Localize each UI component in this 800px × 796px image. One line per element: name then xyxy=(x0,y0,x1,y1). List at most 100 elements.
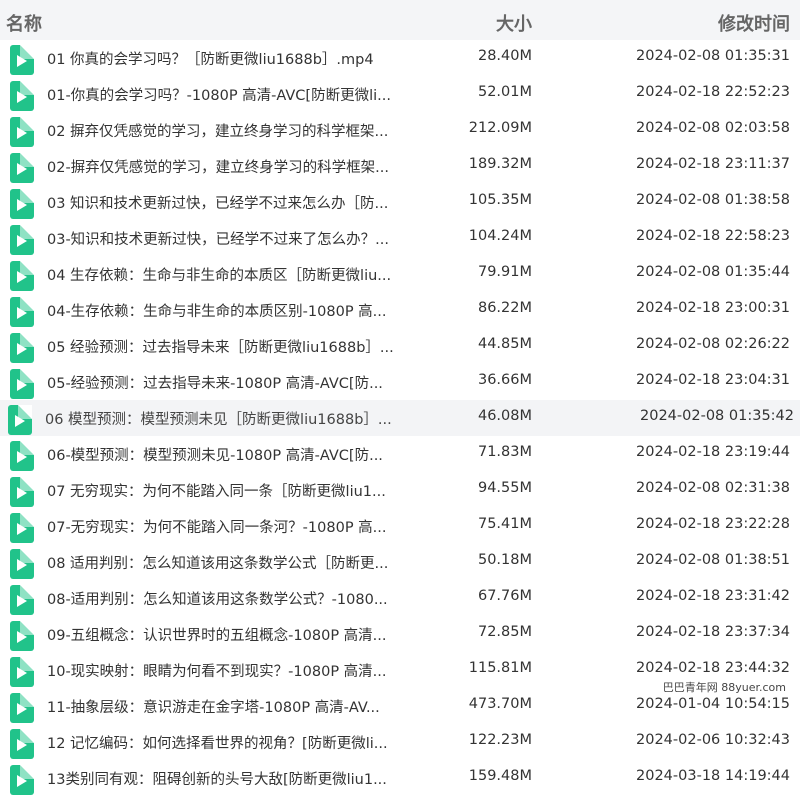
file-name: 08-适用判别：怎么知道该用这条数学公式？-1080... xyxy=(47,592,388,608)
file-size: 189.32M xyxy=(468,156,532,172)
file-name: 06-模型预测：模型预测未见-1080P 高清-AVC[防... xyxy=(47,448,383,464)
file-modified-date: 2024-02-08 01:35:44 xyxy=(636,264,790,280)
file-modified-date: 2024-02-18 23:04:31 xyxy=(636,372,790,388)
file-name: 06 模型预测：模型预测未见［防断更微liu1688b］... xyxy=(45,412,392,428)
file-name: 04-生存依赖：生命与非生命的本质区别-1080P 高... xyxy=(47,304,387,320)
file-row[interactable]: 07-无穷现实：为何不能踏入同一条河？-1080P 高... 75.41M 2024… xyxy=(0,508,800,544)
file-size: 44.85M xyxy=(477,336,532,352)
video-file-icon xyxy=(10,81,34,111)
video-file-icon xyxy=(10,729,34,759)
file-name: 09-五组概念：认识世界时的五组概念-1080P 高清... xyxy=(47,628,387,644)
file-size: 28.40M xyxy=(477,48,532,64)
file-row[interactable]: 08-适用判别：怎么知道该用这条数学公式？-1080... 67.76M 2024-… xyxy=(0,580,800,616)
file-name: 03-知识和技术更新过快，已经学不过来了怎么办？... xyxy=(47,232,390,248)
modified-column-header[interactable]: 修改时间 xyxy=(718,10,790,36)
file-size: 46.08M xyxy=(477,408,532,424)
file-modified-date: 2024-01-04 10:54:15 xyxy=(636,696,790,712)
name-column-header[interactable]: 名称 xyxy=(6,10,42,36)
file-row[interactable]: 02-摒弃仅凭感觉的学习，建立终身学习的科学框架... 189.32M 2024-0… xyxy=(0,148,800,184)
file-name: 03 知识和技术更新过快，已经学不过来怎么办［防... xyxy=(47,196,389,212)
video-file-icon xyxy=(10,153,34,183)
file-size: 50.18M xyxy=(477,552,532,568)
video-file-icon xyxy=(10,225,34,255)
file-modified-date: 2024-02-18 23:37:34 xyxy=(636,624,790,640)
file-row[interactable]: 02 摒弃仅凭感觉的学习，建立终身学习的科学框架... 212.09M 2024-0… xyxy=(0,112,800,148)
file-modified-date: 2024-02-18 23:44:32 xyxy=(636,660,790,676)
file-modified-date: 2024-02-08 01:35:42 xyxy=(640,408,794,424)
file-size: 94.55M xyxy=(477,480,532,496)
file-name: 01-你真的会学习吗？-1080P 高清-AVC[防断更微li... xyxy=(47,88,391,104)
file-name: 07-无穷现实：为何不能踏入同一条河？-1080P 高... xyxy=(47,520,387,536)
file-row[interactable]: 05 经验预测：过去指导未来［防断更微liu1688b］... 44.85M 202… xyxy=(0,328,800,364)
watermark: 巴巴青年网 88yuer.com xyxy=(660,679,788,695)
video-file-icon xyxy=(10,261,34,291)
video-file-icon xyxy=(10,765,34,795)
video-file-icon xyxy=(10,621,34,651)
file-row[interactable]: 01 你真的会学习吗？［防断更微liu1688b］.mp4 28.40M 2024-… xyxy=(0,40,800,76)
file-row[interactable]: 06-模型预测：模型预测未见-1080P 高清-AVC[防... 71.83M 20… xyxy=(0,436,800,472)
file-modified-date: 2024-02-08 01:38:51 xyxy=(636,552,790,568)
video-file-icon xyxy=(10,477,34,507)
column-header: 名称 大小 修改时间 xyxy=(0,0,800,40)
file-size: 75.41M xyxy=(477,516,532,532)
file-row[interactable]: 03-知识和技术更新过快，已经学不过来了怎么办？... 104.24M 2024-0… xyxy=(0,220,800,256)
file-size: 52.01M xyxy=(477,84,532,100)
file-row[interactable]: 09-五组概念：认识世界时的五组概念-1080P 高清... 72.85M 2024… xyxy=(0,616,800,652)
file-size: 473.70M xyxy=(468,696,532,712)
file-name: 02 摒弃仅凭感觉的学习，建立终身学习的科学框架... xyxy=(47,124,389,140)
file-modified-date: 2024-02-06 10:32:43 xyxy=(636,732,790,748)
video-file-icon xyxy=(10,297,34,327)
file-size: 159.48M xyxy=(468,768,532,784)
video-file-icon xyxy=(10,549,34,579)
file-size: 67.76M xyxy=(477,588,532,604)
file-modified-date: 2024-02-18 23:31:42 xyxy=(636,588,790,604)
video-file-icon xyxy=(10,441,34,471)
file-row[interactable]: 13类别同有观：阻碍创新的头号大敌[防断更微liu1... 159.48M 2024… xyxy=(0,760,800,796)
file-row[interactable]: 08 适用判别：怎么知道该用这条数学公式［防断更... 50.18M 2024-02… xyxy=(0,544,800,580)
file-name: 05 经验预测：过去指导未来［防断更微liu1688b］... xyxy=(47,340,394,356)
file-modified-date: 2024-02-18 23:22:28 xyxy=(636,516,790,532)
file-name: 01 你真的会学习吗？［防断更微liu1688b］.mp4 xyxy=(47,52,374,68)
file-modified-date: 2024-02-08 02:26:22 xyxy=(636,336,790,352)
file-name: 05-经验预测：过去指导未来-1080P 高清-AVC[防... xyxy=(47,376,383,392)
file-name: 07 无穷现实：为何不能踏入同一条［防断更微liu1... xyxy=(47,484,386,500)
file-row[interactable]: 04-生存依赖：生命与非生命的本质区别-1080P 高... 86.22M 2024… xyxy=(0,292,800,328)
file-row[interactable]: 06 模型预测：模型预测未见［防断更微liu1688b］... 46.08M 202… xyxy=(0,400,800,436)
video-file-icon xyxy=(10,45,34,75)
video-file-icon xyxy=(10,369,34,399)
video-file-icon xyxy=(10,189,34,219)
file-row[interactable]: 12 记忆编码：如何选择看世界的视角？[防断更微li... 122.23M 2024… xyxy=(0,724,800,760)
video-file-icon xyxy=(10,657,34,687)
file-modified-date: 2024-02-18 23:19:44 xyxy=(636,444,790,460)
file-size: 71.83M xyxy=(477,444,532,460)
size-column-header[interactable]: 大小 xyxy=(496,10,532,36)
file-name: 08 适用判别：怎么知道该用这条数学公式［防断更... xyxy=(47,556,389,572)
file-modified-date: 2024-02-08 02:31:38 xyxy=(636,480,790,496)
file-name: 02-摒弃仅凭感觉的学习，建立终身学习的科学框架... xyxy=(47,160,390,176)
file-modified-date: 2024-02-18 22:52:23 xyxy=(636,84,790,100)
file-row[interactable]: 07 无穷现实：为何不能踏入同一条［防断更微liu1... 94.55M 2024-… xyxy=(0,472,800,508)
file-size: 105.35M xyxy=(468,192,532,208)
file-size: 79.91M xyxy=(477,264,532,280)
file-modified-date: 2024-02-08 02:03:58 xyxy=(636,120,790,136)
file-row[interactable]: 05-经验预测：过去指导未来-1080P 高清-AVC[防... 36.66M 20… xyxy=(0,364,800,400)
video-file-icon xyxy=(10,585,34,615)
file-modified-date: 2024-02-08 01:38:58 xyxy=(636,192,790,208)
file-size: 115.81M xyxy=(468,660,532,676)
file-row[interactable]: 01-你真的会学习吗？-1080P 高清-AVC[防断更微li... 52.01M… xyxy=(0,76,800,112)
file-name: 10-现实映射：眼睛为何看不到现实？-1080P 高清... xyxy=(47,664,387,680)
file-row[interactable]: 04 生存依赖：生命与非生命的本质区［防断更微liu... 79.91M 2024-… xyxy=(0,256,800,292)
file-size: 86.22M xyxy=(477,300,532,316)
file-modified-date: 2024-02-18 22:58:23 xyxy=(636,228,790,244)
file-modified-date: 2024-02-08 01:35:31 xyxy=(636,48,790,64)
video-file-icon xyxy=(10,117,34,147)
file-size: 212.09M xyxy=(468,120,532,136)
file-row[interactable]: 03 知识和技术更新过快，已经学不过来怎么办［防... 105.35M 2024-0… xyxy=(0,184,800,220)
file-name: 04 生存依赖：生命与非生命的本质区［防断更微liu... xyxy=(47,268,392,284)
video-file-icon xyxy=(8,405,32,435)
video-file-icon xyxy=(10,513,34,543)
file-modified-date: 2024-02-18 23:11:37 xyxy=(636,156,790,172)
file-size: 122.23M xyxy=(468,732,532,748)
file-name: 12 记忆编码：如何选择看世界的视角？[防断更微li... xyxy=(47,736,388,752)
file-size: 36.66M xyxy=(477,372,532,388)
